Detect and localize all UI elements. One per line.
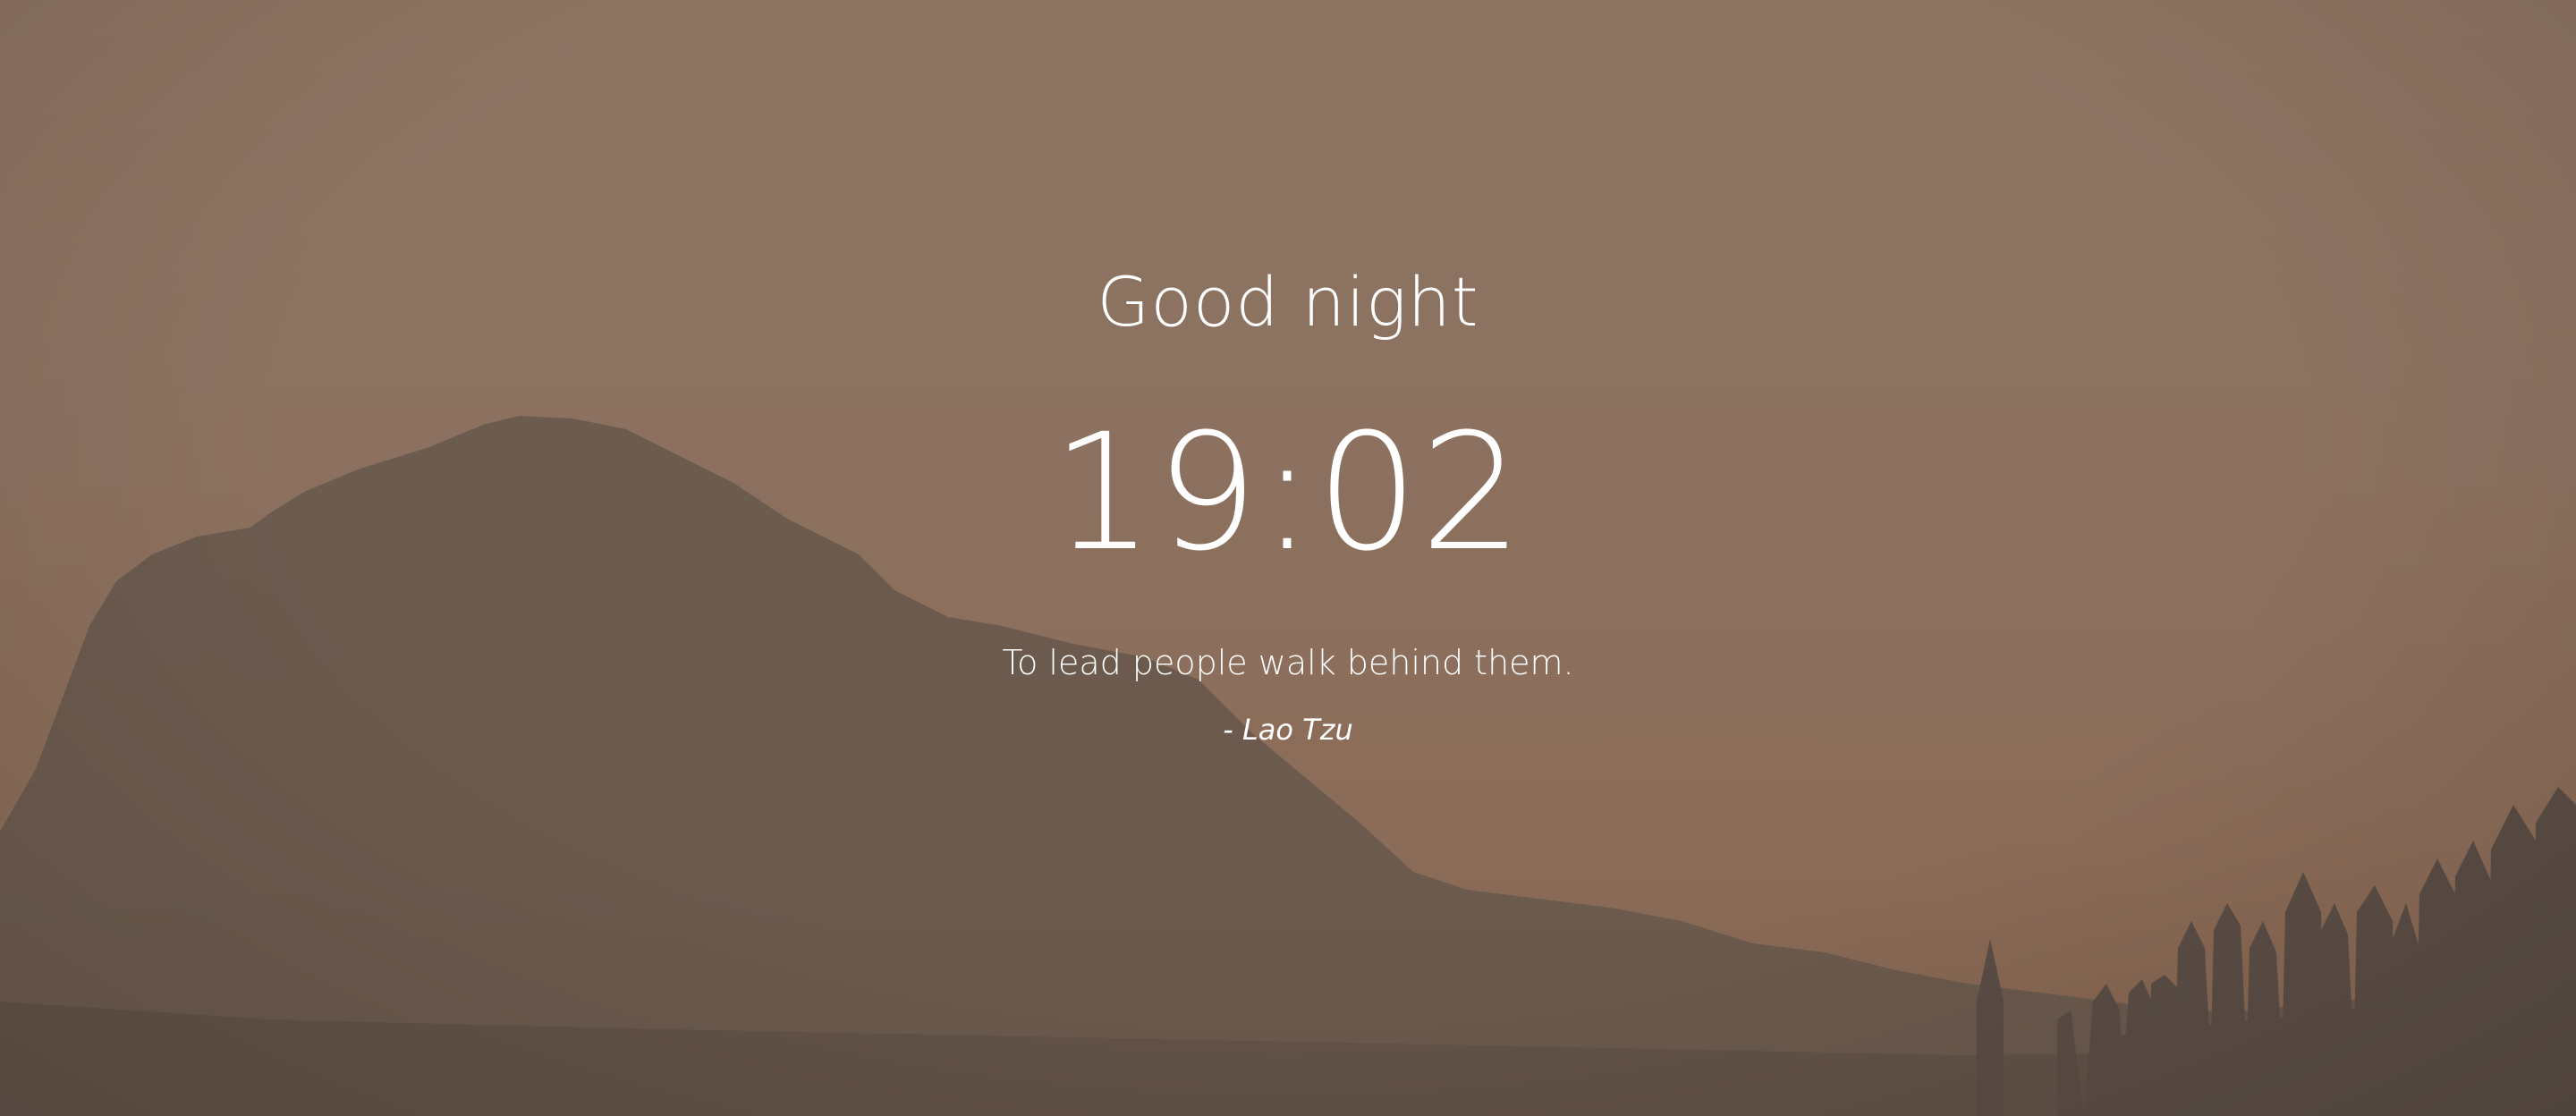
greeting-text: Good night (1097, 262, 1479, 342)
quote-text: To lead people walk behind them. (1002, 643, 1574, 682)
main-content: Good night 19:02 To lead people walk beh… (0, 0, 2576, 1116)
clock-time: 19:02 (1051, 400, 1525, 587)
quote-author: - Lao Tzu (1223, 713, 1353, 747)
